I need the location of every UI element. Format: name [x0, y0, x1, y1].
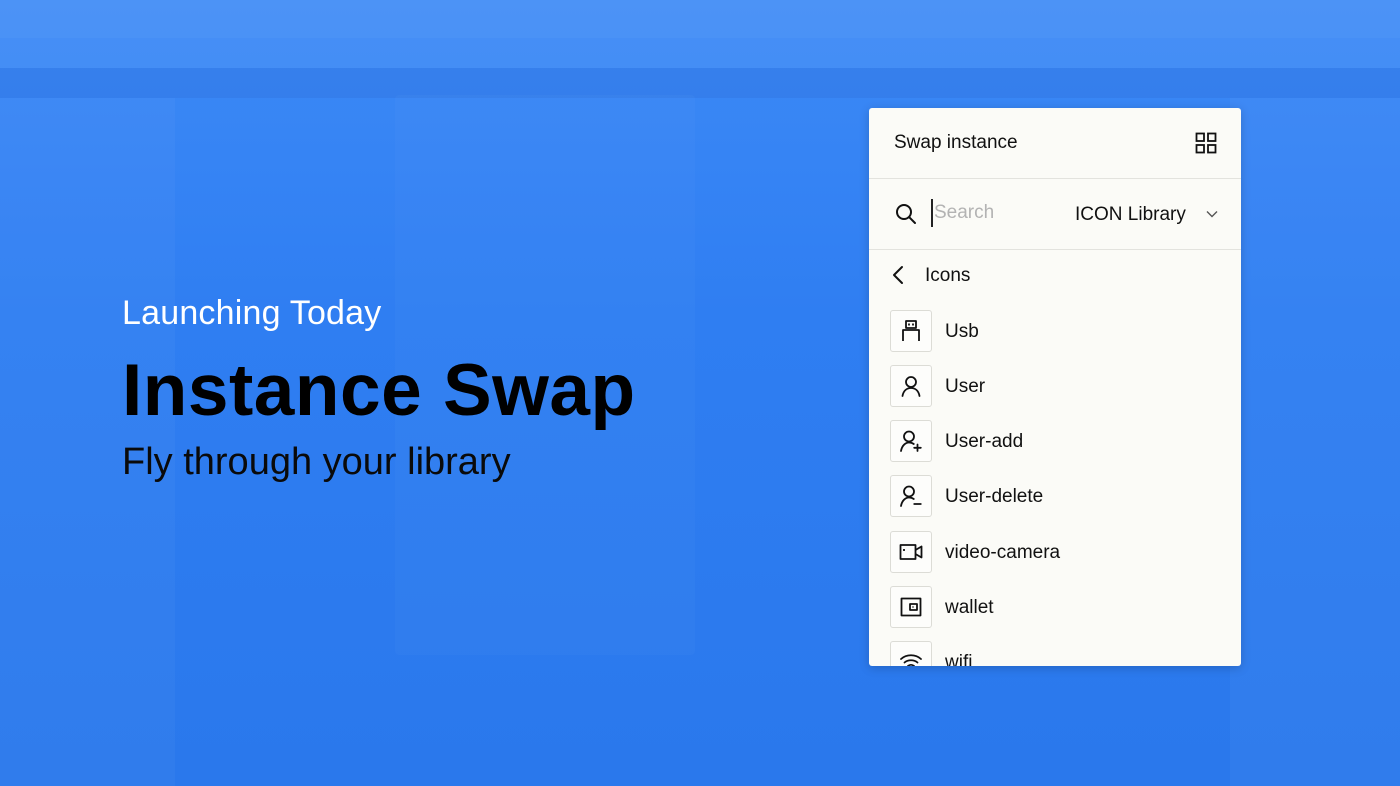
background-menubar: [0, 68, 1400, 98]
item-label: wifi: [945, 652, 973, 666]
item-thumbnail: [890, 641, 932, 666]
grid-view-button[interactable]: [1194, 131, 1218, 155]
item-label: wallet: [945, 597, 994, 618]
hero-title: Instance Swap: [122, 350, 636, 431]
wallet-icon: [900, 597, 922, 617]
video-camera-icon: [899, 544, 923, 560]
usb-icon: [902, 320, 920, 341]
item-label: User: [945, 376, 986, 397]
swap-instance-panel: Swap instance ICON Library Icons: [869, 108, 1241, 666]
item-thumbnail: [890, 586, 932, 628]
chevron-down-icon: [1206, 211, 1218, 218]
item-label: Usb: [945, 321, 979, 342]
background-properties-panel: [1230, 98, 1400, 786]
search-icon: [896, 204, 916, 224]
item-label: video-camera: [945, 542, 1061, 563]
user-icon: [901, 376, 921, 397]
list-item-user-add[interactable]: User-add: [890, 420, 1220, 464]
list-item-video-camera[interactable]: video-camera: [890, 531, 1220, 575]
hero-text: Launching Today Instance Swap Fly throug…: [122, 293, 636, 485]
item-thumbnail: [890, 531, 932, 573]
chevron-left-icon: [893, 266, 903, 284]
item-thumbnail: [890, 420, 932, 462]
library-dropdown-label: ICON Library: [1075, 204, 1186, 225]
list-item-wallet[interactable]: wallet: [890, 586, 1220, 630]
panel-title: Swap instance: [894, 132, 1018, 153]
item-label: User-delete: [945, 486, 1044, 507]
list-item-user-delete[interactable]: User-delete: [890, 475, 1220, 519]
wifi-icon: [900, 654, 922, 666]
user-delete-icon: [900, 485, 922, 507]
panel-header: Swap instance: [869, 108, 1241, 179]
grid-icon: [1195, 132, 1217, 154]
hero-eyebrow: Launching Today: [122, 294, 382, 332]
item-thumbnail: [890, 365, 932, 407]
background-toolbar: [0, 38, 1400, 68]
background-browser-bar: [0, 0, 1400, 38]
item-label: User-add: [945, 431, 1024, 452]
library-dropdown[interactable]: ICON Library: [1075, 201, 1225, 229]
list-item-usb[interactable]: Usb: [890, 310, 1220, 354]
item-thumbnail: [890, 475, 932, 517]
search-input[interactable]: [931, 199, 1064, 227]
list-item-user[interactable]: User: [890, 365, 1220, 409]
item-thumbnail: [890, 310, 932, 352]
user-add-icon: [900, 430, 922, 452]
list-item-wifi[interactable]: wifi: [890, 641, 1220, 666]
back-to-icons-button[interactable]: Icons: [885, 258, 1225, 294]
hero-subtitle: Fly through your library: [122, 441, 511, 483]
breadcrumb-label: Icons: [925, 265, 971, 286]
